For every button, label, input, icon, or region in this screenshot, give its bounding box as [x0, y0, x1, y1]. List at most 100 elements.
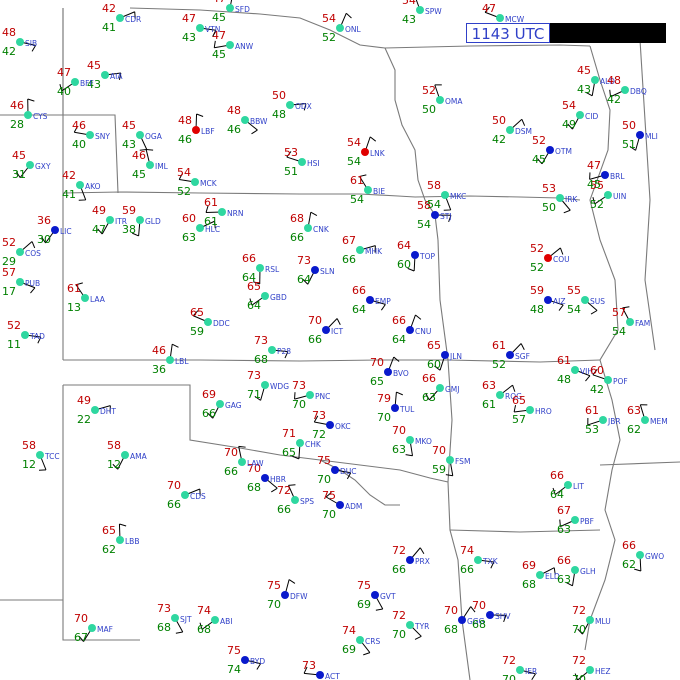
station-plot: 72 66 SPS [277, 484, 314, 516]
station-id: GLD [145, 217, 161, 226]
station-plot: 74 68 ABI [197, 604, 233, 636]
temperature-value: 72 [392, 609, 406, 622]
sky-cover-icon [218, 208, 226, 216]
station-id: LAW [247, 459, 264, 468]
dewpoint-value: 63 [182, 231, 196, 244]
sky-cover-icon [536, 571, 544, 579]
dewpoint-value: 48 [557, 373, 571, 386]
sky-cover-icon [576, 111, 584, 119]
dewpoint-value: 70 [502, 673, 516, 680]
dewpoint-value: 28 [10, 118, 24, 131]
station-plot: 57 54 FAM [612, 306, 650, 338]
temperature-value: 70 [392, 424, 406, 437]
station-plot: 65 62 LBB [102, 523, 139, 556]
dewpoint-value: 66 [167, 498, 181, 511]
sky-cover-icon [546, 146, 554, 154]
station-id: SPW [425, 7, 442, 16]
station-plot: 6968ELD [522, 559, 560, 591]
station-id: GLH [580, 567, 596, 576]
station-plot: 5229COS [2, 236, 41, 268]
dewpoint-value: 54 [567, 303, 581, 316]
dewpoint-value: 41 [62, 188, 76, 201]
wind-barb-feather [175, 631, 183, 634]
dewpoint-value: 42 [492, 133, 506, 146]
station-id: JBR [607, 417, 621, 426]
dewpoint-value: 11 [7, 338, 21, 351]
station-plot: 7371ACT [302, 659, 340, 680]
temperature-value: 54 [402, 0, 416, 7]
station-plot: 46 28 CYS [10, 98, 48, 131]
dewpoint-value: 64 [550, 488, 564, 501]
sky-cover-icon [311, 266, 319, 274]
station-plot: 53 51 HSI [284, 146, 320, 178]
sky-cover-icon [364, 186, 372, 194]
dewpoint-value: 40 [72, 138, 86, 151]
station-plot: 65 57 HRO [512, 394, 552, 426]
temperature-value: 66 [242, 252, 256, 265]
station-id: POF [613, 377, 628, 386]
dewpoint-value: 48 [530, 303, 544, 316]
station-plot: 70 59 FSM [432, 444, 470, 477]
dewpoint-value: 68 [472, 618, 486, 631]
station-id: IRK [565, 195, 578, 204]
temperature-value: 73 [292, 379, 306, 392]
station-id: MKO [415, 437, 432, 446]
station-id: BFF [80, 79, 94, 88]
temperature-value: 47 [482, 2, 496, 15]
dewpoint-value: 68 [254, 353, 268, 366]
temperature-value: 48 [178, 114, 192, 127]
wind-barb-feather [172, 343, 179, 348]
sky-cover-icon [296, 439, 304, 447]
temperature-value: 73 [254, 334, 268, 347]
dewpoint-value: 54 [427, 198, 441, 211]
sky-cover-icon [268, 346, 276, 354]
wind-barb-feather [146, 148, 154, 151]
utc-blackout-box [550, 23, 666, 43]
temperature-value: 75 [317, 454, 331, 467]
sky-cover-icon [24, 111, 32, 119]
station-id: FAM [635, 319, 650, 328]
dewpoint-value: 52 [177, 185, 191, 198]
temperature-value: 61 [350, 174, 364, 187]
sky-cover-icon [171, 614, 179, 622]
sky-cover-icon [391, 404, 399, 412]
station-plot: 54 43 SPW [402, 0, 442, 26]
temperature-value: 60 [182, 212, 196, 225]
dewpoint-value: 62 [622, 558, 636, 571]
station-plot: 70 65 BVO [370, 356, 409, 388]
temperature-value: 45 [577, 64, 591, 77]
station-id: DBQ [630, 87, 647, 96]
sky-cover-icon [384, 368, 392, 376]
sky-cover-icon [226, 41, 234, 49]
dewpoint-value: 54 [612, 325, 626, 338]
wind-barb-feather [345, 12, 352, 19]
station-id: MEM [650, 417, 668, 426]
station-plot: 60 42 POF [590, 364, 628, 396]
station-id: ACT [325, 672, 340, 680]
station-id: CDS [190, 492, 206, 501]
dewpoint-value: 70 [322, 508, 336, 521]
temperature-value: 58 [22, 439, 36, 452]
sky-cover-icon [526, 406, 534, 414]
sky-cover-icon [564, 481, 572, 489]
station-id: AIA [110, 72, 123, 81]
dewpoint-value: 22 [77, 413, 91, 426]
sky-cover-icon [581, 296, 589, 304]
sky-cover-icon [411, 251, 419, 259]
station-plot: 53 50 IRK [542, 182, 578, 214]
station-id: HEZ [595, 667, 611, 676]
dewpoint-value: 67 [74, 631, 88, 644]
dewpoint-value: 51 [622, 138, 636, 151]
temperature-value: 73 [302, 659, 316, 672]
station-id: JLN [449, 352, 462, 361]
station-id: LIT [573, 482, 584, 491]
station-id: AMA [130, 452, 148, 461]
station-id: GVT [380, 592, 396, 601]
temperature-value: 66 [392, 314, 406, 327]
station-id: PNC [315, 392, 330, 401]
station-plot: 52 50 OMA [422, 84, 463, 116]
wind-barb-feather [520, 343, 525, 350]
station-plot: 48 46 LBF [178, 113, 215, 146]
station-id: FSM [455, 457, 470, 466]
temperature-value: 73 [312, 409, 326, 422]
